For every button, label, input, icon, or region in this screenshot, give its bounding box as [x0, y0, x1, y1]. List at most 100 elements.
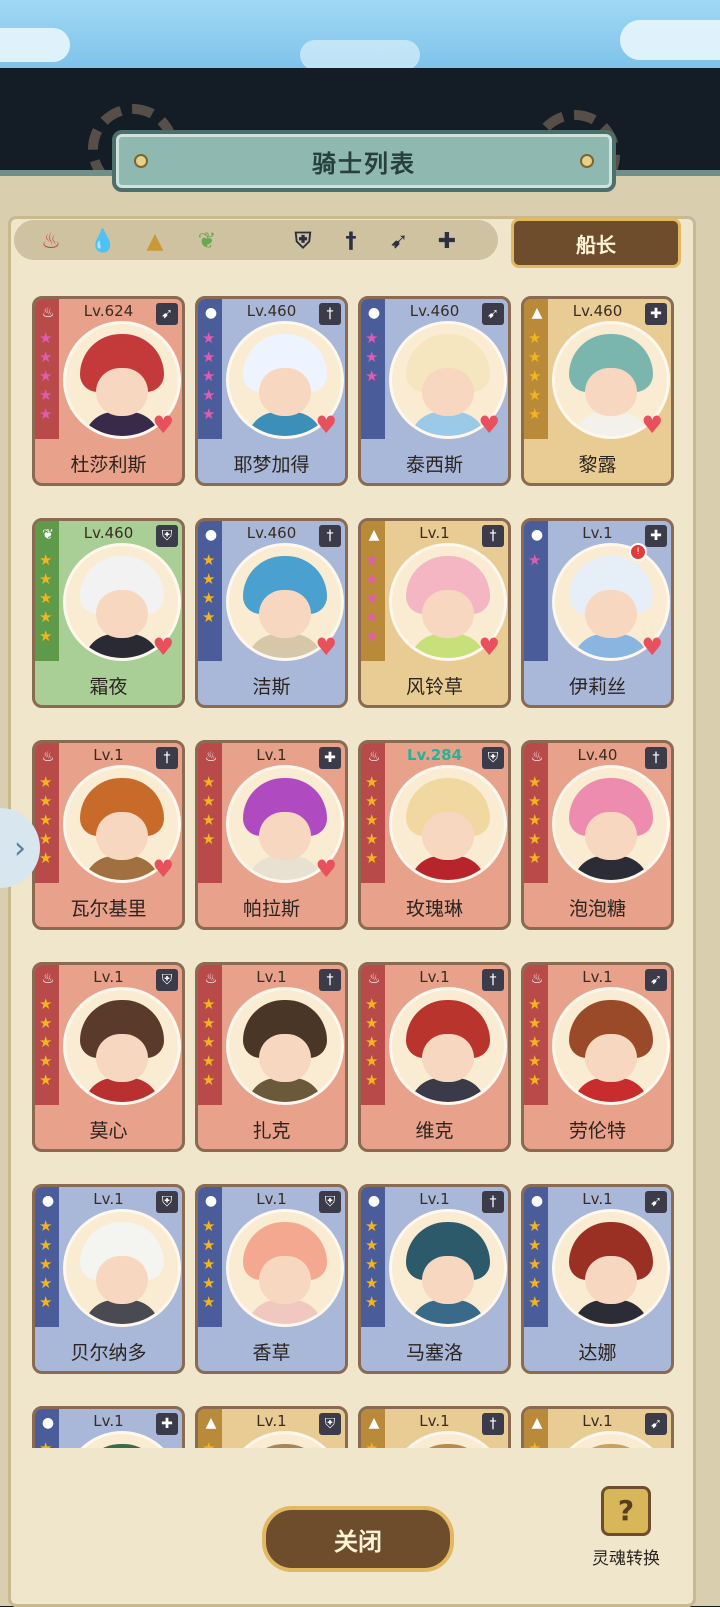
- star-icon: ★: [528, 551, 542, 569]
- star-icon: ★: [528, 329, 542, 347]
- portrait-body: [247, 634, 323, 658]
- portrait-body: [410, 634, 486, 658]
- cross-icon[interactable]: ✚: [432, 226, 462, 256]
- cross-class-icon: ✚: [645, 303, 667, 325]
- heart-icon: ♥: [478, 411, 500, 439]
- knight-name: 莫心: [89, 1120, 128, 1142]
- star-rating: ★ ★ ★ ★ ★: [202, 329, 220, 424]
- knight-card[interactable]: ● ★ ★ ★ ★ ★ Lv.1 ➹ 达娜: [521, 1184, 674, 1374]
- heart-icon: ♥: [478, 633, 500, 661]
- knight-card[interactable]: ● ★ Lv.1 ✚! ♥ 伊莉丝: [521, 518, 674, 708]
- star-rating: ★ ★ ★ ★ ★: [528, 1217, 546, 1312]
- wind-icon[interactable]: ❦: [192, 226, 222, 256]
- star-icon: ★: [202, 589, 216, 607]
- knight-card[interactable]: ● ★ ★ ★ ★ ★ Lv.1 † 马塞洛: [358, 1184, 511, 1374]
- star-rating: ★: [528, 551, 546, 570]
- star-icon: ★: [39, 773, 53, 791]
- question-scroll-icon: ?: [601, 1486, 651, 1536]
- star-rating: ★: [39, 1439, 57, 1448]
- knight-name: 泰西斯: [405, 454, 463, 476]
- knight-card[interactable]: ▲ ★ ★ ★ ★ ★ Lv.1 † ♥ 风铃草: [358, 518, 511, 708]
- knight-card[interactable]: ● ★ ★ ★ Lv.460 ➹ ♥ 泰西斯: [358, 296, 511, 486]
- star-icon: ★: [528, 1052, 542, 1070]
- knight-card[interactable]: ♨ ★ ★ ★ ★ ★ Lv.40 † 泡泡糖: [521, 740, 674, 930]
- heart-icon: ♥: [641, 633, 663, 661]
- knight-card[interactable]: ● ★ Lv.1 ✚: [32, 1406, 185, 1448]
- knight-card[interactable]: ♨ ★ ★ ★ ★ ★ Lv.624 ➹ ♥ 杜莎利斯: [32, 296, 185, 486]
- star-icon: ★: [528, 405, 542, 423]
- cloud: [300, 40, 420, 70]
- star-icon: ★: [39, 589, 53, 607]
- star-icon: ★: [365, 589, 379, 607]
- star-rating: ★: [202, 1439, 220, 1448]
- soul-convert-button[interactable]: ? 灵魂转换: [578, 1486, 674, 1576]
- portrait-body: [573, 1300, 649, 1324]
- earth-icon[interactable]: ▲: [140, 226, 170, 256]
- star-icon: ★: [365, 849, 379, 867]
- knight-card[interactable]: ● ★ ★ ★ ★ ★ Lv.460 † ♥ 耶梦加得: [195, 296, 348, 486]
- knight-card[interactable]: ● ★ ★ ★ ★ Lv.460 † ♥ 洁斯: [195, 518, 348, 708]
- portrait-body: [247, 412, 323, 436]
- bow-class-icon: ➹: [645, 1191, 667, 1213]
- knight-portrait: [226, 1209, 344, 1327]
- portrait-body: [573, 1078, 649, 1102]
- knight-card[interactable]: ♨ ★ ★ ★ ★ ★ Lv.1 ➹ 劳伦特: [521, 962, 674, 1152]
- star-rating: ★ ★ ★ ★ ★: [39, 329, 57, 424]
- portrait-body: [247, 1078, 323, 1102]
- star-icon: ★: [528, 849, 542, 867]
- star-icon: ★: [202, 329, 216, 347]
- knight-card[interactable]: ♨ ★ ★ ★ ★ Lv.1 ✚ ♥ 帕拉斯: [195, 740, 348, 930]
- knight-card[interactable]: ● ★ ★ ★ ★ ★ Lv.1 ⛨ 香草: [195, 1184, 348, 1374]
- star-icon: ★: [528, 811, 542, 829]
- heart-icon: ♥: [315, 633, 337, 661]
- shield-icon[interactable]: ⛨: [288, 226, 318, 256]
- star-rating: ★ ★ ★: [365, 329, 383, 386]
- sword-icon[interactable]: †: [336, 226, 366, 256]
- knight-card[interactable]: ♨ ★ ★ ★ ★ ★ Lv.1 † 维克: [358, 962, 511, 1152]
- star-icon: ★: [39, 1293, 53, 1311]
- knight-card[interactable]: ▲ ★ Lv.1 ⛨: [195, 1406, 348, 1448]
- star-rating: ★: [528, 1439, 546, 1448]
- knight-card[interactable]: ▲ ★ Lv.1 ➹: [521, 1406, 674, 1448]
- fire-icon[interactable]: ♨: [36, 226, 66, 256]
- sword-class-icon: †: [482, 969, 504, 991]
- star-icon: ★: [202, 1033, 216, 1051]
- knight-card[interactable]: ▲ ★ Lv.1 †: [358, 1406, 511, 1448]
- sword-class-icon: †: [482, 1191, 504, 1213]
- captain-button[interactable]: 船长: [511, 218, 681, 268]
- star-icon: ★: [365, 1014, 379, 1032]
- portrait-body: [573, 856, 649, 880]
- star-icon: ★: [202, 830, 216, 848]
- knight-card[interactable]: ♨ ★ ★ ★ ★ ★ Lv.1 † 扎克: [195, 962, 348, 1152]
- heart-icon: ♥: [315, 411, 337, 439]
- heart-icon: ♥: [315, 855, 337, 883]
- star-rating: ★: [365, 1439, 383, 1448]
- star-icon: ★: [528, 1071, 542, 1089]
- star-icon: ★: [39, 405, 53, 423]
- heart-icon: ♥: [152, 855, 174, 883]
- close-button[interactable]: 关闭: [262, 1506, 454, 1572]
- knight-card[interactable]: ♨ ★ ★ ★ ★ ★ Lv.1 ⛨ 莫心: [32, 962, 185, 1152]
- knight-card[interactable]: ❦ ★ ★ ★ ★ ★ Lv.460 ⛨ ♥ 霜夜: [32, 518, 185, 708]
- sword-class-icon: †: [319, 525, 341, 547]
- knight-card[interactable]: ♨ ★ ★ ★ ★ ★ Lv.1 † ♥ 瓦尔基里: [32, 740, 185, 930]
- star-icon: ★: [39, 1274, 53, 1292]
- star-icon: ★: [39, 329, 53, 347]
- star-rating: ★ ★ ★ ★ ★: [39, 551, 57, 646]
- star-icon: ★: [202, 1293, 216, 1311]
- bow-icon[interactable]: ➹: [384, 226, 414, 256]
- star-rating: ★ ★ ★ ★ ★: [365, 995, 383, 1090]
- star-icon: ★: [365, 1071, 379, 1089]
- water-icon[interactable]: 💧: [88, 226, 118, 256]
- knight-card[interactable]: ● ★ ★ ★ ★ ★ Lv.1 ⛨ 贝尔纳多: [32, 1184, 185, 1374]
- star-icon: ★: [39, 811, 53, 829]
- star-icon: ★: [528, 386, 542, 404]
- portrait-face: [259, 1034, 311, 1082]
- star-icon: ★: [365, 570, 379, 588]
- knight-portrait: [226, 987, 344, 1105]
- knight-name: 香草: [252, 1342, 291, 1364]
- shield-class-icon: ⛨: [156, 525, 178, 547]
- star-icon: ★: [202, 1439, 216, 1448]
- knight-card[interactable]: ♨ ★ ★ ★ ★ ★ Lv.284 ⛨ 玫瑰琳: [358, 740, 511, 930]
- knight-card[interactable]: ▲ ★ ★ ★ ★ ★ Lv.460 ✚ ♥ 黎露: [521, 296, 674, 486]
